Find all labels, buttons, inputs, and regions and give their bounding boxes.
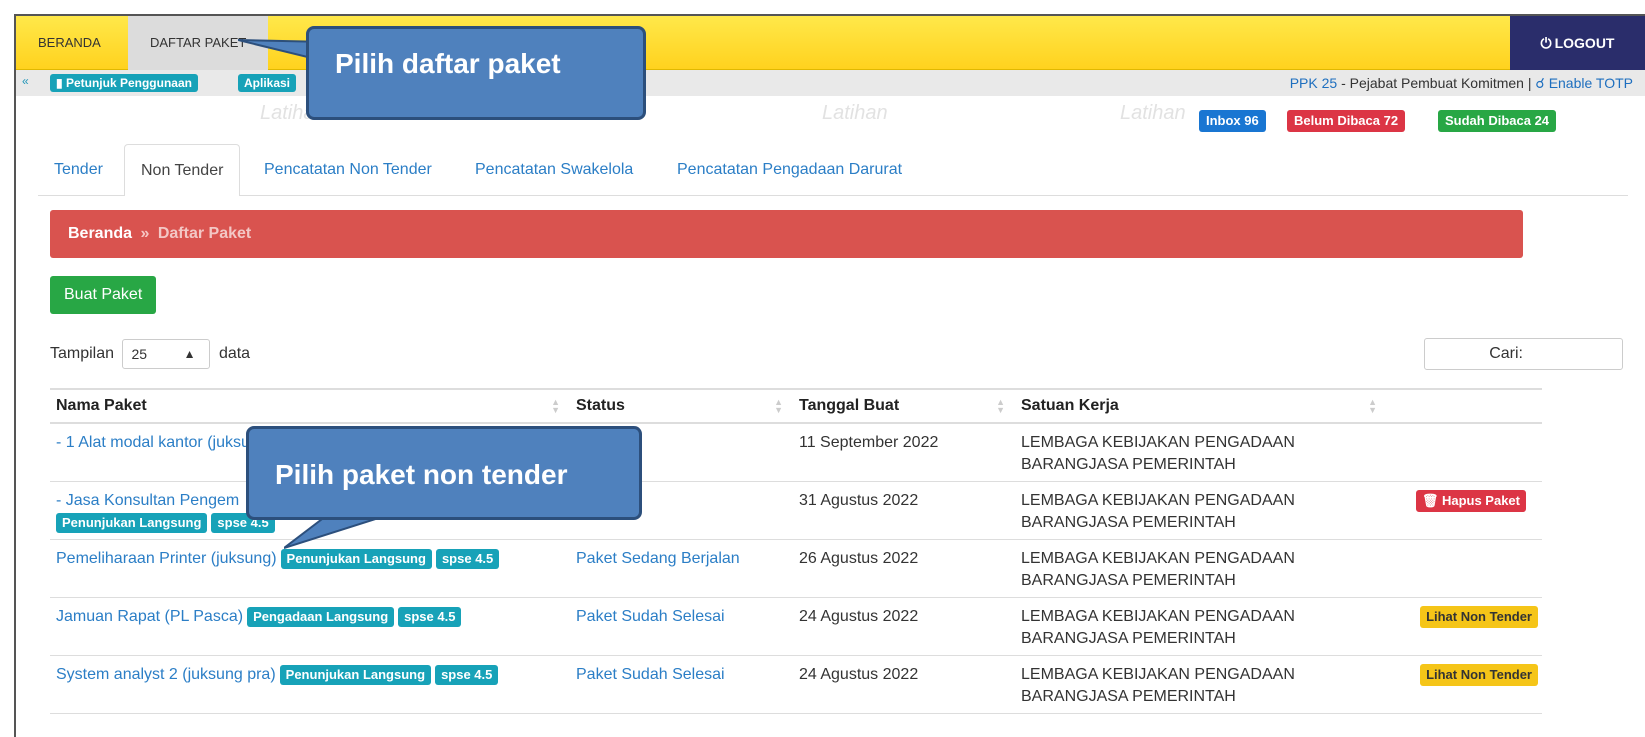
satker-cell: LEMBAGA KEBIJAKAN PENGADAAN BARANGJASA PE… bbox=[1015, 481, 1387, 540]
tanggal-cell: 31 Agustus 2022 bbox=[793, 481, 1015, 540]
belum-dibaca-badge[interactable]: Belum Dibaca 72 bbox=[1287, 110, 1406, 132]
header-status[interactable]: Status ▲ ▼ bbox=[570, 388, 793, 424]
paket-link[interactable]: System analyst 2 (juksung pra) bbox=[56, 666, 276, 683]
tab-pencatatan-swakelola[interactable]: Pencatatan Swakelola bbox=[459, 144, 649, 196]
user-info: PPK 25 - Pejabat Pembuat Komitmen | ☌ En… bbox=[1289, 75, 1633, 91]
key-icon: ☌ bbox=[1535, 75, 1545, 91]
breadcrumb-separator: » bbox=[140, 225, 150, 242]
paket-link[interactable]: Jamuan Rapat (PL Pasca) bbox=[56, 608, 243, 625]
method-label: Pengadaan Langsung bbox=[247, 606, 395, 627]
tanggal-cell: 26 Agustus 2022 bbox=[793, 539, 1015, 598]
spse-label: spse 4.5 bbox=[435, 548, 500, 569]
method-label: Penunjukan Langsung bbox=[56, 512, 208, 533]
breadcrumb-current: Daftar Paket bbox=[157, 225, 252, 242]
collapse-chevron-icon[interactable]: « bbox=[22, 74, 29, 88]
sudah-dibaca-badge[interactable]: Sudah Dibaca 24 bbox=[1438, 110, 1557, 132]
satker-cell: LEMBAGA KEBIJAKAN PENGADAAN BARANGJASA PE… bbox=[1015, 539, 1387, 598]
callout-pilih-daftar-paket: Pilih daftar paket bbox=[306, 26, 646, 120]
table-row: Jamuan Rapat (PL Pasca) Pengadaan Langsun… bbox=[50, 597, 1542, 656]
tanggal-cell: 24 Agustus 2022 bbox=[793, 597, 1015, 656]
spse-label: spse 4.5 bbox=[435, 664, 499, 685]
inbox-badge[interactable]: Inbox 96 bbox=[1199, 110, 1266, 132]
table-row: Pemeliharaan Printer (juksung) Penunjukan… bbox=[50, 539, 1542, 598]
watermark: Latihan bbox=[822, 102, 888, 124]
tab-tender[interactable]: Tender bbox=[38, 144, 119, 196]
petunjuk-button[interactable]: ▮ Petunjuk Penggunaan bbox=[50, 74, 198, 92]
trash-icon: 🗑 bbox=[1421, 492, 1439, 508]
secondary-bar: « ▮ Petunjuk Penggunaan Aplikasi PPK 25 … bbox=[16, 70, 1645, 96]
search-input[interactable] bbox=[1424, 338, 1623, 370]
breadcrumb-home[interactable]: Beranda bbox=[68, 225, 132, 242]
callout-pilih-paket-non-tender: Pilih paket non tender bbox=[246, 426, 642, 520]
enable-totp-link[interactable]: ☌ Enable TOTP bbox=[1535, 75, 1633, 91]
header-tanggal-buat[interactable]: Tanggal Buat ▲ ▼ bbox=[793, 388, 1015, 424]
paket-link[interactable]: - 1 Alat modal kantor (juksu bbox=[56, 434, 250, 451]
logout-label: LOGOUT bbox=[1554, 35, 1615, 51]
header-action bbox=[1387, 388, 1542, 424]
satker-cell: LEMBAGA KEBIJAKAN PENGADAAN BARANGJASA PE… bbox=[1015, 423, 1387, 482]
tanggal-cell: 11 September 2022 bbox=[793, 423, 1015, 482]
status-link[interactable]: Paket Sedang Berjalan bbox=[576, 550, 740, 567]
user-role-link[interactable]: PPK 25 bbox=[1290, 75, 1337, 91]
tanggal-cell: 24 Agustus 2022 bbox=[793, 655, 1015, 714]
hapus-paket-button[interactable]: 🗑 Hapus Paket bbox=[1415, 489, 1526, 512]
sort-icon: ▲ ▼ bbox=[551, 397, 560, 415]
method-label: Penunjukan Langsung bbox=[280, 548, 432, 569]
method-label: Penunjukan Langsung bbox=[279, 664, 432, 685]
tab-bar: Tender Non Tender Pencatatan Non Tender … bbox=[38, 144, 1628, 197]
sort-icon: ▲ ▼ bbox=[996, 397, 1005, 415]
status-link[interactable]: Paket Sudah Selesai bbox=[576, 608, 725, 625]
satker-cell: LEMBAGA KEBIJAKAN PENGADAAN BARANGJASA PE… bbox=[1015, 655, 1387, 714]
sort-icon: ▲ ▼ bbox=[1368, 397, 1377, 415]
page-length-control: Tampilan 25 ▲︎ data bbox=[50, 339, 250, 369]
spse-label: spse 4.5 bbox=[398, 606, 462, 627]
paket-link[interactable]: Pemeliharaan Printer (juksung) bbox=[56, 550, 277, 567]
nav-beranda[interactable]: BERANDA bbox=[16, 16, 123, 70]
status-link[interactable]: Paket Sudah Selesai bbox=[576, 666, 725, 683]
tab-non-tender[interactable]: Non Tender bbox=[124, 144, 241, 197]
power-icon: ⏻ bbox=[1540, 35, 1552, 51]
watermark: Latihan bbox=[1120, 102, 1186, 124]
lihat-non-tender-button[interactable]: Lihat Non Tender bbox=[1420, 605, 1538, 628]
header-satuan-kerja[interactable]: Satuan Kerja ▲ ▼ bbox=[1015, 388, 1387, 424]
buat-paket-button[interactable]: Buat Paket bbox=[50, 276, 157, 314]
satker-cell: LEMBAGA KEBIJAKAN PENGADAAN BARANGJASA PE… bbox=[1015, 597, 1387, 656]
table-row: System analyst 2 (juksung pra) Penunjukan… bbox=[50, 655, 1542, 714]
app-window: BERANDA DAFTAR PAKET ⏻ LOGOUT « ▮ Petunju… bbox=[14, 14, 1645, 737]
book-icon: ▮ bbox=[56, 76, 63, 90]
logout-button[interactable]: ⏻ LOGOUT bbox=[1510, 16, 1645, 70]
breadcrumb: Beranda » Daftar Paket bbox=[50, 210, 1523, 258]
aplikasi-button[interactable]: Aplikasi bbox=[238, 74, 297, 92]
tab-pencatatan-pengadaan-darurat[interactable]: Pencatatan Pengadaan Darurat bbox=[661, 144, 918, 196]
tab-pencatatan-non-tender[interactable]: Pencatatan Non Tender bbox=[248, 144, 448, 196]
select-arrows-icon: ▲︎ bbox=[183, 347, 196, 361]
sort-icon: ▲ ▼ bbox=[774, 397, 783, 415]
header-nama-paket[interactable]: Nama Paket ▲ ▼ bbox=[50, 388, 570, 424]
paket-link[interactable]: - Jasa Konsultan Pengem bbox=[56, 492, 239, 509]
lihat-non-tender-button[interactable]: Lihat Non Tender bbox=[1420, 663, 1538, 686]
page-length-select[interactable]: 25 ▲︎ bbox=[122, 339, 211, 369]
